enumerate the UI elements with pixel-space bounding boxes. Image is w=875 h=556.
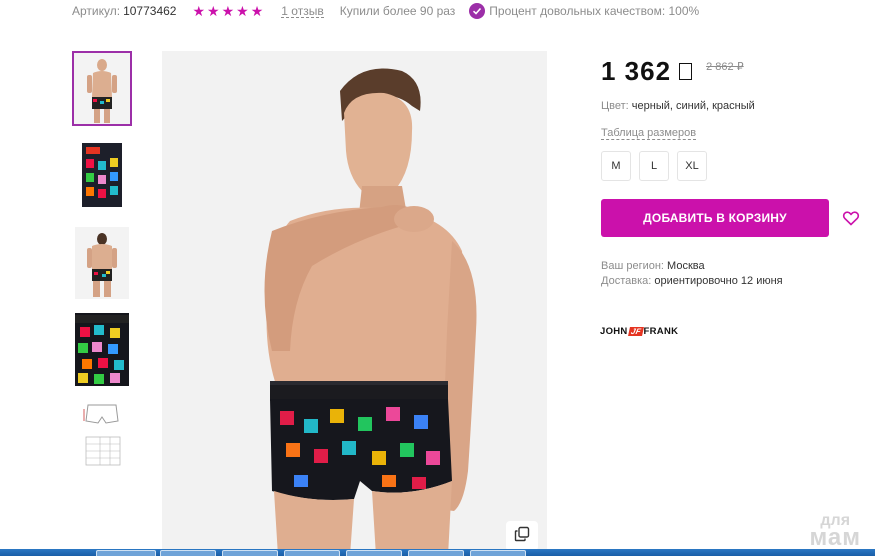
size-table-link[interactable]: Таблица размеров — [601, 127, 697, 140]
zoom-button[interactable] — [506, 521, 538, 551]
old-price: 2 862 ₽ — [706, 61, 744, 73]
article-value: 10773462 — [123, 4, 177, 18]
thumb-model-front[interactable] — [72, 51, 132, 126]
color-value: черный, синий, красный — [631, 100, 755, 112]
product-meta-line: Артикул: 10773462 ★ ★ ★ ★ ★ 1 отзыв Купи… — [72, 3, 699, 20]
os-taskbar — [0, 549, 875, 556]
ruble-icon — [679, 63, 693, 80]
quality-text: Процент довольных качеством: 100% — [489, 4, 700, 18]
thumb-fabric-print[interactable] — [72, 313, 132, 386]
bought-count: Купили более 90 раз — [339, 4, 456, 18]
thumb-model-back[interactable] — [72, 227, 132, 299]
region-label: Ваш регион: — [601, 260, 664, 272]
watermark: для мам — [809, 512, 861, 551]
color-label: Цвет: — [601, 100, 629, 112]
brand-logo-right: FRANK — [643, 326, 679, 337]
region-info: Ваш регион: Москва Доставка: ориентирово… — [601, 259, 783, 289]
delivery-value: ориентировочно 12 июня — [654, 275, 783, 287]
taskbar-item[interactable] — [470, 550, 526, 556]
taskbar-item[interactable] — [160, 550, 216, 556]
thumb-package[interactable] — [72, 139, 132, 213]
region-value: Москва — [667, 260, 705, 272]
size-selector: M L XL — [601, 151, 707, 181]
star-icon: ★ — [207, 2, 220, 19]
brand-logo[interactable]: JOHN JF FRANK — [600, 326, 678, 337]
size-option-xl[interactable]: XL — [677, 151, 707, 181]
delivery-label: Доставка: — [601, 275, 652, 287]
price-block: 1 362 2 862 ₽ — [601, 56, 744, 87]
brand-logo-left: JOHN — [600, 326, 628, 337]
product-photo — [162, 51, 547, 556]
size-option-l[interactable]: L — [639, 151, 669, 181]
quality-info: Процент довольных качеством: 100% — [469, 3, 699, 19]
star-icon: ★ — [192, 2, 206, 19]
reviews-link[interactable]: 1 отзыв — [281, 5, 324, 18]
star-icon: ★ — [221, 2, 235, 19]
expand-icon — [514, 526, 530, 547]
size-option-m[interactable]: M — [601, 151, 631, 181]
taskbar-item[interactable] — [346, 550, 402, 556]
heart-icon[interactable] — [842, 209, 860, 227]
watermark-line2: мам — [809, 524, 861, 551]
brand-logo-mark: JF — [627, 327, 644, 336]
main-product-image[interactable] — [162, 51, 547, 556]
taskbar-item[interactable] — [284, 550, 340, 556]
taskbar-item[interactable] — [222, 550, 278, 556]
thumb-size-chart[interactable] — [72, 401, 132, 469]
color-info: Цвет: черный, синий, красный — [601, 100, 755, 112]
rating-stars: ★ ★ ★ ★ ★ — [192, 3, 263, 20]
add-to-cart-button[interactable]: ДОБАВИТЬ В КОРЗИНУ — [601, 199, 829, 237]
star-icon: ★ — [236, 2, 249, 19]
current-price: 1 362 — [601, 56, 672, 86]
article-label: Артикул: — [72, 4, 121, 18]
check-icon — [469, 3, 486, 19]
taskbar-item[interactable] — [96, 550, 156, 556]
taskbar-item[interactable] — [408, 550, 464, 556]
star-icon: ★ — [250, 2, 264, 19]
